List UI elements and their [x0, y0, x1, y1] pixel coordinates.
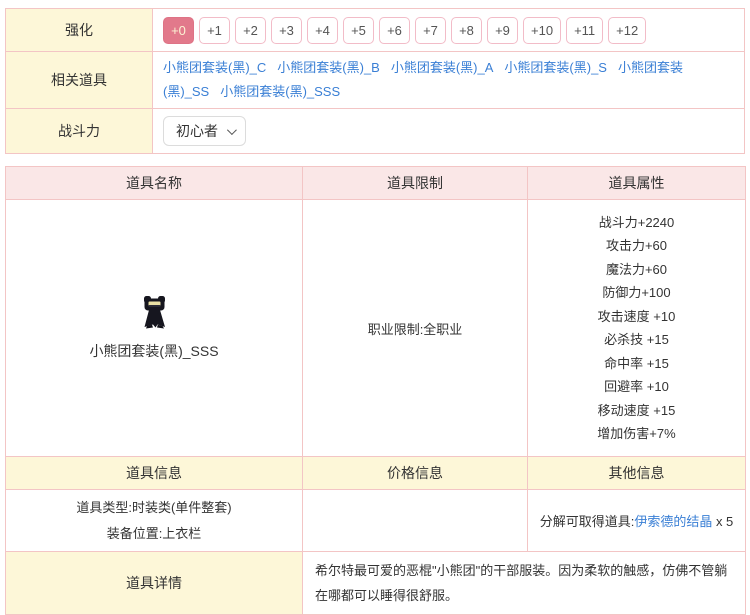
item-stat-line: 回避率 +10 — [528, 375, 745, 399]
enhance-level-button-plus5[interactable]: +5 — [343, 17, 374, 44]
enhance-level-button-plus3[interactable]: +3 — [271, 17, 302, 44]
enhance-level-button-plus6[interactable]: +6 — [379, 17, 410, 44]
power-select[interactable]: 初心者 — [163, 116, 246, 146]
related-items-label: 相关道具 — [6, 52, 153, 109]
item-stat-line: 增加伤害+7% — [528, 422, 745, 446]
item-stat-line: 移动速度 +15 — [528, 399, 745, 423]
item-detail-table: 道具名称 道具限制 道具属性 — [5, 166, 746, 615]
detail-label: 道具详情 — [6, 552, 303, 615]
item-stats-cell: 战斗力+2240攻击力+60魔法力+60防御力+100攻击速度 +10必杀技 +… — [528, 200, 746, 457]
item-name-cell: 小熊团套装(黑)_SSS — [6, 200, 303, 457]
enhance-level-button-plus9[interactable]: +9 — [487, 17, 518, 44]
other-info-cell: 分解可取得道具:伊索德的结晶 x 5 — [528, 490, 746, 552]
item-stat-line: 命中率 +15 — [528, 352, 745, 376]
related-items-row: 相关道具 小熊团套装(黑)_C小熊团套装(黑)_B小熊团套装(黑)_A小熊团套装… — [6, 52, 745, 109]
decompose-item-link[interactable]: 伊索德的结晶 — [634, 514, 712, 529]
black-bear-suit-icon — [141, 296, 168, 335]
header-item-restriction: 道具限制 — [303, 167, 528, 200]
enhance-level-button-plus4[interactable]: +4 — [307, 17, 338, 44]
item-info-line: 装备位置:上衣栏 — [6, 521, 302, 547]
related-links-list: 小熊团套装(黑)_C 小熊团套装(黑)_B 小熊团套装(黑)_A 小熊团套装(黑)_S… — [163, 60, 683, 99]
item-main-row: 小熊团套装(黑)_SSS 职业限制:全职业 战斗力+2240攻击力+60魔法力+… — [6, 200, 746, 457]
header-item-name: 道具名称 — [6, 167, 303, 200]
item-stat-line: 魔法力+60 — [528, 258, 745, 282]
power-row: 战斗力 初心者 — [6, 109, 745, 154]
detail-text: 希尔特最可爱的恶棍"小熊团"的干部服装。因为柔软的触感，仿佛不管躺在哪都可以睡得… — [303, 552, 746, 615]
item-stat-line: 攻击速度 +10 — [528, 305, 745, 329]
item-stat-line: 必杀技 +15 — [528, 328, 745, 352]
header-other-info: 其他信息 — [528, 457, 746, 490]
item-restriction-text: 职业限制:全职业 — [368, 322, 463, 337]
decompose-suffix: x 5 — [712, 514, 733, 529]
header-item-attributes: 道具属性 — [528, 167, 746, 200]
enhance-level-button-plus7[interactable]: +7 — [415, 17, 446, 44]
enhance-level-button-plus11[interactable]: +11 — [566, 17, 603, 44]
info-header-row: 道具信息 价格信息 其他信息 — [6, 457, 746, 490]
item-info-cell: 道具类型:时装类(单件整套)装备位置:上衣栏 — [6, 490, 303, 552]
item-name: 小熊团套装(黑)_SSS — [6, 341, 302, 361]
power-label: 战斗力 — [6, 109, 153, 154]
related-item-link[interactable]: 小熊团套装(黑)_B — [277, 60, 380, 75]
enhance-level-list: +0+1+2+3+4+5+6+7+8+9+10+11+12 — [163, 17, 734, 44]
item-stat-line: 攻击力+60 — [528, 234, 745, 258]
power-select-value: 初心者 — [176, 121, 218, 141]
item-info-line: 道具类型:时装类(单件整套) — [6, 495, 302, 521]
item-restriction-cell: 职业限制:全职业 — [303, 200, 528, 457]
item-header-row: 道具名称 道具限制 道具属性 — [6, 167, 746, 200]
detail-row: 道具详情 希尔特最可爱的恶棍"小熊团"的干部服装。因为柔软的触感，仿佛不管躺在哪… — [6, 552, 746, 615]
enhance-level-button-plus1[interactable]: +1 — [199, 17, 230, 44]
enhance-row: 强化 +0+1+2+3+4+5+6+7+8+9+10+11+12 — [6, 9, 745, 52]
header-item-info: 道具信息 — [6, 457, 303, 490]
decompose-prefix: 分解可取得道具: — [540, 514, 635, 529]
item-stat-line: 战斗力+2240 — [528, 211, 745, 235]
enhance-level-button-plus2[interactable]: +2 — [235, 17, 266, 44]
header-price-info: 价格信息 — [303, 457, 528, 490]
item-stat-line: 防御力+100 — [528, 281, 745, 305]
price-info-cell — [303, 490, 528, 552]
enhance-level-button-plus12[interactable]: +12 — [608, 17, 646, 44]
enhance-level-button-plus8[interactable]: +8 — [451, 17, 482, 44]
options-table: 强化 +0+1+2+3+4+5+6+7+8+9+10+11+12 相关道具 小熊… — [5, 8, 745, 154]
chevron-down-icon — [227, 125, 237, 135]
related-item-link[interactable]: 小熊团套装(黑)_C — [163, 60, 266, 75]
enhance-label: 强化 — [6, 9, 153, 52]
related-item-link[interactable]: 小熊团套装(黑)_S — [504, 60, 607, 75]
enhance-level-button-plus0[interactable]: +0 — [163, 17, 194, 44]
info-row: 道具类型:时装类(单件整套)装备位置:上衣栏 分解可取得道具:伊索德的结晶 x … — [6, 490, 746, 552]
enhance-level-button-plus10[interactable]: +10 — [523, 17, 561, 44]
related-item-link[interactable]: 小熊团套装(黑)_SSS — [220, 84, 340, 99]
related-item-link[interactable]: 小熊团套装(黑)_A — [391, 60, 494, 75]
